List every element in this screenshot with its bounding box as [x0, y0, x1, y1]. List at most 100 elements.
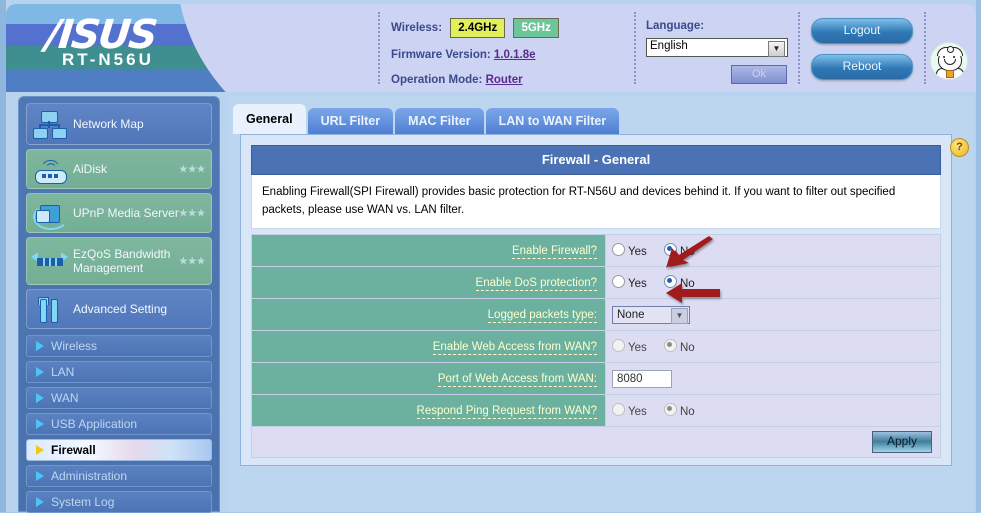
sidebar-item-lan[interactable]: LAN	[26, 361, 212, 383]
sidebar-item-upnp-media-server[interactable]: UPnP Media Server ★★★	[26, 193, 212, 233]
sidebar-label: AiDisk	[73, 162, 108, 176]
band-5ghz-badge[interactable]: 5GHz	[513, 18, 559, 38]
radio-yes-respond-ping-wan[interactable]: Yes	[612, 403, 647, 418]
router-admin-page: /ISUS RT-N56U Wireless: 2.4GHz 5GHz Firm…	[0, 0, 981, 513]
row-label-cell: Port of Web Access from WAN:	[251, 362, 606, 395]
language-block: Language: English ▼ Ok	[646, 20, 796, 84]
radio-yes-dos-protection[interactable]: Yes	[612, 275, 647, 290]
brand-area: /ISUS RT-N56U	[6, 4, 356, 92]
table-row: Respond Ping Request from WAN? Yes No	[251, 394, 941, 427]
firmware-version-link[interactable]: 1.0.1.8e	[494, 49, 536, 61]
tools-icon	[27, 290, 73, 328]
firewall-settings-table: Enable Firewall? Yes No Enable DoS prote…	[251, 234, 941, 427]
row-value-cell: Yes No	[605, 394, 941, 427]
radio-label: Yes	[628, 246, 647, 258]
logout-button[interactable]: Logout	[811, 18, 913, 44]
row-label: Enable DoS protection?	[475, 276, 597, 291]
sidebar-item-usb-application[interactable]: USB Application	[26, 413, 212, 435]
arrow-right-icon	[36, 367, 44, 377]
network-map-icon	[27, 104, 73, 144]
row-value-cell: Yes No	[605, 330, 941, 363]
divider-3	[798, 12, 800, 84]
wireless-label: Wireless:	[391, 22, 443, 35]
language-label: Language:	[646, 20, 705, 32]
sidebar-label: UPnP Media Server	[73, 206, 179, 220]
arrow-right-icon	[36, 471, 44, 481]
star-rating: ★★★	[178, 163, 206, 176]
sidebar-item-label: Firewall	[51, 443, 96, 457]
arrow-right-icon	[36, 497, 44, 507]
tab-url-filter[interactable]: URL Filter	[307, 108, 394, 134]
sidebar-item-aidisk[interactable]: AiDisk ★★★	[26, 149, 212, 189]
sidebar-item-advanced-setting[interactable]: Advanced Setting	[26, 289, 212, 329]
firewall-general-panel: Firewall - General Enabling Firewall(SPI…	[240, 134, 952, 466]
tab-bar: General URL Filter MAC Filter LAN to WAN…	[233, 104, 621, 134]
sidebar-item-ezqos[interactable]: EzQoS Bandwidth Management ★★★	[26, 237, 212, 285]
radio-label: Yes	[628, 278, 647, 290]
row-label: Enable Firewall?	[511, 244, 597, 259]
web-access-port-input[interactable]: 8080	[612, 369, 672, 388]
select-value: None	[617, 308, 645, 321]
sidebar-item-firewall[interactable]: Firewall	[26, 439, 212, 461]
router-wifi-icon	[27, 150, 73, 188]
sidebar-label: EzQoS Bandwidth Management	[73, 247, 171, 275]
operation-mode-link[interactable]: Router	[486, 74, 523, 86]
arrow-right-icon	[36, 341, 44, 351]
row-label: Port of Web Access from WAN:	[437, 372, 597, 387]
sidebar-item-wireless[interactable]: Wireless	[26, 335, 212, 357]
main-content: General URL Filter MAC Filter LAN to WAN…	[228, 96, 973, 512]
language-value: English	[650, 40, 688, 52]
arrow-right-icon	[36, 419, 44, 429]
chevron-down-icon[interactable]: ▼	[768, 41, 785, 57]
sidebar-item-network-map[interactable]: Network Map	[26, 103, 212, 145]
annotation-arrow-firewall	[666, 236, 713, 268]
arrow-right-icon	[36, 445, 44, 455]
annotation-arrow-dos	[666, 283, 720, 303]
arrow-right-icon	[36, 393, 44, 403]
chevron-down-icon[interactable]: ▼	[671, 307, 688, 324]
upnp-icon	[27, 194, 73, 232]
row-label-cell: Enable Web Access from WAN?	[251, 330, 606, 363]
band-24ghz-badge[interactable]: 2.4GHz	[450, 18, 506, 38]
radio-label: No	[679, 406, 695, 418]
bandwidth-icon	[27, 238, 73, 284]
firmware-label: Firmware Version:	[391, 49, 491, 61]
sidebar: Network Map AiDisk ★★★ UPnP Media Server…	[18, 96, 220, 513]
panel-description: Enabling Firewall(SPI Firewall) provides…	[251, 175, 941, 229]
language-select[interactable]: English ▼	[646, 38, 788, 57]
reboot-button[interactable]: Reboot	[811, 54, 913, 80]
star-rating: ★★★	[178, 255, 206, 268]
radio-label: No	[679, 342, 695, 354]
sidebar-item-label: LAN	[51, 365, 75, 379]
sidebar-item-label: WAN	[51, 391, 79, 405]
radio-no-respond-ping-wan[interactable]: No	[663, 403, 695, 418]
radio-no-web-access-wan[interactable]: No	[663, 339, 695, 354]
radio-yes-web-access-wan[interactable]: Yes	[612, 339, 647, 354]
right-edge	[976, 0, 981, 512]
sidebar-item-wan[interactable]: WAN	[26, 387, 212, 409]
sidebar-label: Network Map	[73, 117, 144, 131]
table-row: Port of Web Access from WAN: 8080	[251, 362, 941, 395]
tab-general[interactable]: General	[233, 104, 306, 134]
opmode-row: Operation Mode: Router	[391, 72, 626, 88]
table-row: Enable Web Access from WAN? Yes No	[251, 330, 941, 363]
tab-mac-filter[interactable]: MAC Filter	[395, 108, 484, 134]
sidebar-item-administration[interactable]: Administration	[26, 465, 212, 487]
sidebar-item-label: USB Application	[51, 417, 138, 431]
table-row: Enable Firewall? Yes No	[251, 234, 941, 267]
apply-button[interactable]: Apply	[872, 431, 932, 453]
system-info: Wireless: 2.4GHz 5GHz Firmware Version: …	[391, 18, 626, 92]
radio-yes-enable-firewall[interactable]: Yes	[612, 243, 647, 258]
doctor-avatar	[930, 42, 968, 80]
table-row: Logged packets type: None ▼	[251, 298, 941, 331]
sidebar-item-label: Administration	[51, 469, 128, 483]
ok-button[interactable]: Ok	[731, 65, 787, 84]
wireless-row: Wireless: 2.4GHz 5GHz	[391, 18, 626, 38]
row-label: Respond Ping Request from WAN?	[416, 404, 597, 419]
firmware-row: Firmware Version: 1.0.1.8e	[391, 47, 626, 63]
sidebar-item-system-log[interactable]: System Log	[26, 491, 212, 513]
star-rating: ★★★	[178, 207, 206, 220]
operation-mode-label: Operation Mode:	[391, 74, 483, 86]
help-icon[interactable]: ?	[950, 138, 969, 157]
tab-lan-to-wan-filter[interactable]: LAN to WAN Filter	[485, 108, 620, 134]
